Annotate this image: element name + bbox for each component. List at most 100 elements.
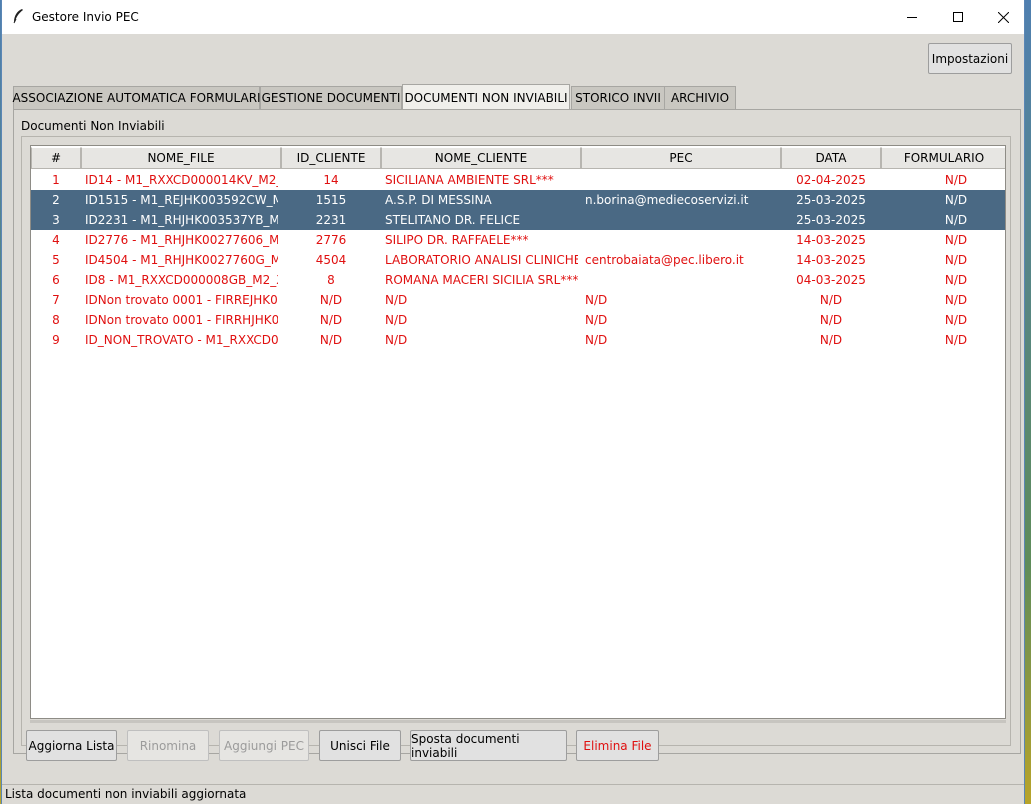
sposta-documenti-button[interactable]: Sposta documenti inviabili	[410, 730, 567, 761]
cell-id-cliente: 2776	[315, 233, 347, 247]
table-row[interactable]: 1 ID14 - M1_RXXCD000014KV_M2_XXC 14 SICILIA…	[31, 170, 1005, 190]
minimize-icon	[907, 17, 917, 18]
horizontal-scrollbar[interactable]	[30, 720, 1006, 723]
cell-num: 8	[52, 313, 60, 327]
tab-gestione-documenti[interactable]: GESTIONE DOCUMENTI	[260, 86, 402, 109]
cell-nome-file: ID_NON_TROVATO - M1_RXXCD0000	[85, 333, 278, 347]
cell-formulario: N/D	[944, 273, 968, 287]
table-row[interactable]: 9 ID_NON_TROVATO - M1_RXXCD0000 N/D N/D N/D N…	[31, 330, 1005, 350]
cell-data: N/D	[819, 293, 843, 307]
cell-nome-cliente: LABORATORIO ANALISI CLINICHE BA	[385, 253, 578, 267]
cell-formulario: N/D	[944, 333, 968, 347]
title-bar[interactable]: Gestore Invio PEC	[2, 0, 1024, 34]
cell-id-cliente: 8	[327, 273, 335, 287]
cell-num: 4	[52, 233, 60, 247]
cell-id-cliente: N/D	[319, 313, 343, 327]
cell-formulario: N/D	[944, 193, 968, 207]
table-row[interactable]: 3 ID2231 - M1_RHJHK003537YB_M2_RE 2231 STEL…	[31, 210, 1005, 230]
column-header-nome-file[interactable]: NOME_FILE	[81, 147, 281, 169]
cell-id-cliente: 1515	[315, 193, 347, 207]
cell-nome-cliente: N/D	[385, 293, 408, 307]
cell-nome-cliente: A.S.P. DI MESSINA	[385, 193, 492, 207]
feather-app-icon	[13, 9, 23, 24]
cell-pec	[585, 230, 778, 250]
table-row[interactable]: 2 ID1515 - M1_REJHK003592CW_M2_RI 1515 A.S.…	[31, 190, 1005, 210]
tab-associazione[interactable]: ASSOCIAZIONE AUTOMATICA FORMULARI	[12, 86, 261, 109]
table-row[interactable]: 6 ID8 - M1_RXXCD000008GB_M2_XXCD 8 ROMANA M…	[31, 270, 1005, 290]
cell-id-cliente: N/D	[319, 333, 343, 347]
documents-group: # NOME_FILE ID_CLIENTE NOME_CLIENTE PEC …	[21, 136, 1011, 746]
cell-pec	[585, 170, 778, 190]
cell-nome-file: ID2776 - M1_RHJHK00277606_M1N_2	[85, 233, 278, 247]
main-window: Gestore Invio PEC Impostazioni ASSOCIAZI…	[1, 0, 1025, 804]
cell-num: 6	[52, 273, 60, 287]
window-client: Impostazioni ASSOCIAZIONE AUTOMATICA FOR…	[2, 34, 1024, 804]
cell-nome-file: ID14 - M1_RXXCD000014KV_M2_XXC	[85, 173, 278, 187]
cell-num: 1	[52, 173, 60, 187]
cell-data: 02-04-2025	[796, 173, 866, 187]
cell-nome-file: ID4504 - M1_RHJHK0027760G_M2_RH	[85, 253, 278, 267]
unisci-file-button[interactable]: Unisci File	[319, 730, 401, 761]
aggiorna-lista-button[interactable]: Aggiorna Lista	[26, 730, 117, 761]
cell-id-cliente: 14	[323, 173, 339, 187]
table-row[interactable]: 7 IDNon trovato 0001 - FIRREJHK00001 N/D N/…	[31, 290, 1005, 310]
cell-id-cliente: N/D	[319, 293, 343, 307]
aggiungi-pec-button[interactable]: Aggiungi PEC	[219, 730, 309, 761]
close-button[interactable]	[980, 0, 1026, 34]
column-header-id-cliente[interactable]: ID_CLIENTE	[281, 147, 381, 169]
settings-button[interactable]: Impostazioni	[928, 43, 1012, 74]
cell-data: 04-03-2025	[796, 273, 866, 287]
elimina-file-button[interactable]: Elimina File	[576, 730, 659, 761]
cell-num: 2	[52, 193, 60, 207]
cell-nome-file: IDNon trovato 0001 - FIRRHJHK00432	[85, 313, 278, 327]
column-header-nome-cliente[interactable]: NOME_CLIENTE	[381, 147, 581, 169]
tab-storico-invii[interactable]: STORICO INVII	[571, 86, 665, 109]
cell-formulario: N/D	[944, 293, 968, 307]
cell-num: 9	[52, 333, 60, 347]
tab-documenti-non-inviabili[interactable]: DOCUMENTI NON INVIABILI	[402, 84, 570, 110]
cell-num: 5	[52, 253, 60, 267]
cell-data: N/D	[819, 313, 843, 327]
cell-data: 25-03-2025	[796, 193, 866, 207]
cell-id-cliente: 2231	[315, 213, 347, 227]
cell-pec	[585, 210, 778, 230]
column-header-pec[interactable]: PEC	[581, 147, 781, 169]
cell-nome-cliente: N/D	[385, 333, 408, 347]
cell-pec	[585, 270, 778, 290]
tab-panel: Documenti Non Inviabili # NOME_FILE ID_C…	[13, 109, 1021, 754]
cell-nome-cliente: N/D	[385, 313, 408, 327]
cell-num: 7	[52, 293, 60, 307]
column-header-data[interactable]: DATA	[781, 147, 881, 169]
cell-formulario: N/D	[944, 213, 968, 227]
cell-data: 14-03-2025	[796, 253, 866, 267]
cell-nome-file: ID2231 - M1_RHJHK003537YB_M2_RE	[85, 213, 278, 227]
cell-num: 3	[52, 213, 60, 227]
close-icon	[997, 11, 1009, 23]
cell-data: 14-03-2025	[796, 233, 866, 247]
cell-pec: N/D	[585, 293, 608, 307]
status-bar: Lista documenti non inviabili aggiornata	[2, 784, 1024, 804]
rinomina-button[interactable]: Rinomina	[127, 730, 209, 761]
cell-data: 25-03-2025	[796, 213, 866, 227]
tab-archivio[interactable]: ARCHIVIO	[664, 86, 736, 109]
cell-pec: centrobaiata@pec.libero.it	[585, 253, 744, 267]
table-row[interactable]: 4 ID2776 - M1_RHJHK00277606_M1N_2 2776 SILI…	[31, 230, 1005, 250]
column-header-num[interactable]: #	[31, 147, 81, 169]
documents-table[interactable]: # NOME_FILE ID_CLIENTE NOME_CLIENTE PEC …	[30, 145, 1006, 719]
cell-nome-file: IDNon trovato 0001 - FIRREJHK00001	[85, 293, 278, 307]
cell-nome-cliente: SILIPO DR. RAFFAELE***	[385, 233, 529, 247]
cell-formulario: N/D	[944, 313, 968, 327]
cell-nome-cliente: ROMANA MACERI SICILIA SRL***	[385, 273, 578, 287]
table-row[interactable]: 5 ID4504 - M1_RHJHK0027760G_M2_RH 4504 LABO…	[31, 250, 1005, 270]
cell-formulario: N/D	[944, 253, 968, 267]
cell-pec: N/D	[585, 313, 608, 327]
table-row[interactable]: 8 IDNon trovato 0001 - FIRRHJHK00432 N/D N/…	[31, 310, 1005, 330]
minimize-button[interactable]	[889, 0, 935, 34]
cell-id-cliente: 4504	[315, 253, 347, 267]
cell-formulario: N/D	[944, 233, 968, 247]
maximize-button[interactable]	[935, 0, 981, 34]
table-header: # NOME_FILE ID_CLIENTE NOME_CLIENTE PEC …	[31, 147, 1005, 169]
column-header-formulario[interactable]: FORMULARIO	[881, 147, 1005, 169]
cell-pec: n.borina@mediecoservizi.it	[585, 193, 749, 207]
cell-nome-file: ID1515 - M1_REJHK003592CW_M2_RI	[85, 193, 278, 207]
